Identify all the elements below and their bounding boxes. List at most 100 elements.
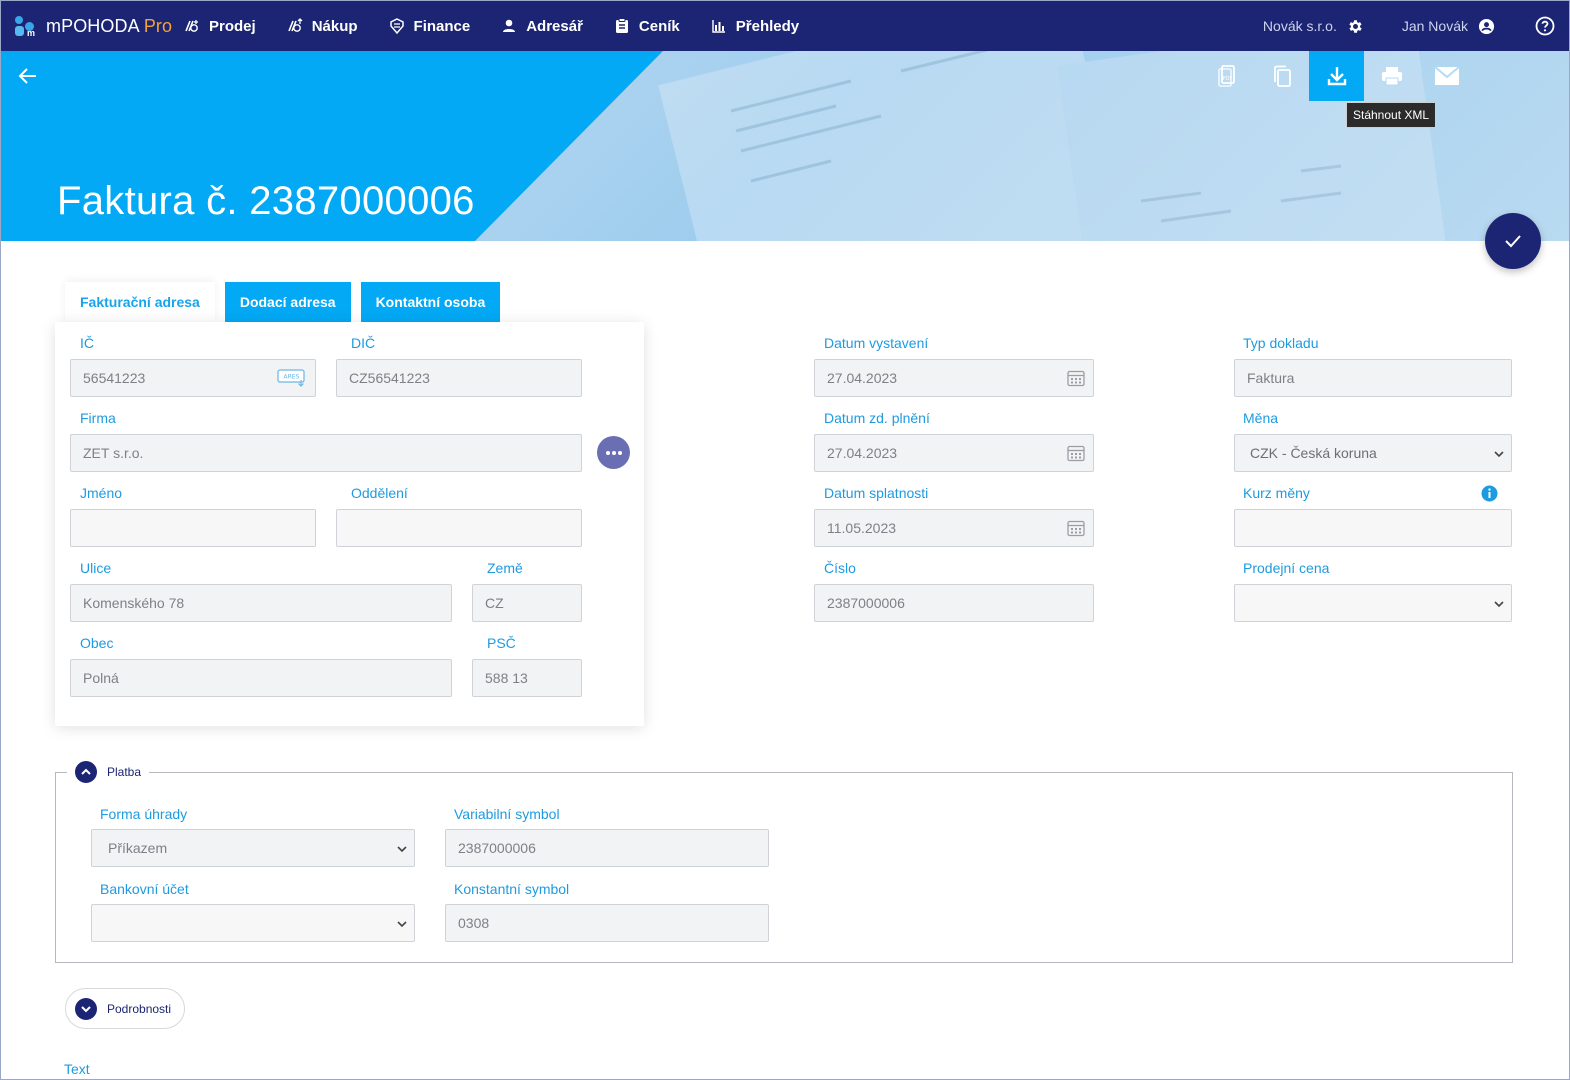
prodejni-cena-label: Prodejní cena bbox=[1243, 560, 1330, 576]
calendar-icon[interactable] bbox=[1067, 369, 1085, 387]
ares-lookup-icon[interactable]: ARES bbox=[277, 368, 307, 388]
bankovni-ucet-select[interactable] bbox=[91, 904, 415, 942]
nav-item-prehledy[interactable]: Přehledy bbox=[710, 1, 799, 51]
gear-icon[interactable] bbox=[1347, 18, 1364, 35]
konstantni-symbol-field[interactable]: 0308 bbox=[445, 904, 769, 942]
info-icon[interactable] bbox=[1481, 485, 1498, 502]
ulice-field[interactable]: Komenského 78 bbox=[70, 584, 452, 622]
check-icon bbox=[1505, 235, 1521, 248]
oddeleni-field[interactable] bbox=[336, 509, 582, 547]
psc-value: 588 13 bbox=[485, 670, 528, 686]
page-header: Faktura č. 2387000006 PDF bbox=[1, 51, 1569, 241]
svg-text:PDF: PDF bbox=[1222, 76, 1232, 82]
kurz-meny-field[interactable] bbox=[1234, 509, 1512, 547]
cislo-value: 2387000006 bbox=[827, 595, 905, 611]
back-button[interactable] bbox=[15, 63, 41, 89]
typ-dokladu-field[interactable]: Faktura bbox=[1234, 359, 1512, 397]
psc-field[interactable]: 588 13 bbox=[472, 659, 582, 697]
ulice-label: Ulice bbox=[80, 560, 112, 576]
ic-value: 56541223 bbox=[83, 370, 146, 386]
variabilni-symbol-field[interactable]: 2387000006 bbox=[445, 829, 769, 867]
ic-field[interactable]: 56541223 ARES bbox=[70, 359, 316, 397]
tab-kontaktni-osoba[interactable]: Kontaktní osoba bbox=[360, 282, 501, 322]
datum-splatnosti-value: 11.05.2023 bbox=[827, 520, 897, 536]
company-name: Novák s.r.o. bbox=[1262, 18, 1337, 34]
email-icon bbox=[1433, 66, 1460, 85]
bankovni-ucet-label: Bankovní účet bbox=[100, 881, 189, 897]
nav-item-cenik[interactable]: Ceník bbox=[613, 1, 680, 51]
download-icon bbox=[1327, 67, 1346, 86]
nav-label: Adresář bbox=[526, 17, 583, 35]
typ-dokladu-value: Faktura bbox=[1247, 370, 1295, 386]
user-name: Jan Novák bbox=[1401, 18, 1468, 34]
podrobnosti-label: Podrobnosti bbox=[107, 1001, 172, 1016]
calendar-icon[interactable] bbox=[1067, 444, 1085, 462]
firma-field[interactable]: ZET s.r.o. bbox=[70, 434, 582, 472]
document-toolbar: PDF bbox=[1199, 51, 1474, 101]
mena-label: Měna bbox=[1243, 410, 1279, 426]
forma-uhrady-select[interactable]: Příkazem bbox=[91, 829, 415, 867]
bar-chart-icon bbox=[712, 20, 725, 33]
more-horizontal-icon bbox=[605, 450, 622, 455]
company-switcher[interactable]: Novák s.r.o. bbox=[1263, 18, 1364, 35]
more-options-button[interactable] bbox=[597, 436, 630, 469]
dic-value: CZ56541223 bbox=[349, 370, 430, 386]
clipboard-icon bbox=[615, 18, 628, 33]
zeme-value: CZ bbox=[485, 595, 504, 611]
calendar-icon[interactable] bbox=[1067, 519, 1085, 537]
datum-splatnosti-field[interactable]: 11.05.2023 bbox=[814, 509, 1094, 547]
save-button[interactable] bbox=[1485, 213, 1541, 269]
platba-toggle[interactable]: Platba bbox=[67, 761, 150, 783]
ic-label: IČ bbox=[80, 335, 94, 351]
tab-dodaci-adresa[interactable]: Dodací adresa bbox=[224, 282, 351, 322]
jmeno-field[interactable] bbox=[70, 509, 316, 547]
mena-value: CZK - Česká koruna bbox=[1250, 445, 1377, 461]
copy-icon bbox=[1273, 65, 1291, 87]
user-menu[interactable]: Jan Novák bbox=[1402, 18, 1495, 35]
page-title: Faktura č. 2387000006 bbox=[57, 179, 475, 223]
chevron-down-icon bbox=[1494, 601, 1504, 608]
copy-button[interactable] bbox=[1254, 51, 1309, 101]
prodejni-cena-select[interactable] bbox=[1234, 584, 1512, 622]
app-logo[interactable]: m mPOHODA Pro bbox=[13, 14, 183, 38]
dic-field[interactable]: CZ56541223 bbox=[336, 359, 582, 397]
chevron-down-icon bbox=[397, 921, 407, 928]
obec-field[interactable]: Polná bbox=[70, 659, 452, 697]
platba-legend: Platba bbox=[107, 765, 142, 779]
psc-label: PSČ bbox=[487, 635, 516, 651]
variabilni-symbol-label: Variabilní symbol bbox=[454, 806, 560, 822]
nav-item-finance[interactable]: Finance bbox=[388, 1, 470, 51]
text-label: Text bbox=[64, 1061, 90, 1077]
zeme-field[interactable]: CZ bbox=[472, 584, 582, 622]
firma-value: ZET s.r.o. bbox=[83, 445, 144, 461]
print-button[interactable] bbox=[1364, 51, 1419, 101]
chevron-down-icon bbox=[75, 997, 97, 1020]
tab-fakturacni-adresa[interactable]: Fakturační adresa bbox=[65, 282, 215, 322]
finance-icon bbox=[389, 18, 404, 35]
firma-label: Firma bbox=[80, 410, 116, 426]
nav-item-adresar[interactable]: Adresář bbox=[500, 1, 583, 51]
jmeno-label: Jméno bbox=[80, 485, 123, 501]
nav-item-nakup[interactable]: Nákup bbox=[286, 1, 358, 51]
account-icon bbox=[1478, 18, 1495, 34]
ulice-value: Komenského 78 bbox=[83, 595, 185, 611]
forma-uhrady-value: Příkazem bbox=[108, 840, 168, 856]
email-button[interactable] bbox=[1419, 51, 1474, 101]
nav-item-prodej[interactable]: Prodej bbox=[183, 1, 256, 51]
svg-text:ARES: ARES bbox=[284, 374, 300, 381]
datum-plneni-field[interactable]: 27.04.2023 bbox=[814, 434, 1094, 472]
variabilni-symbol-value: 2387000006 bbox=[458, 840, 536, 856]
download-xml-button[interactable] bbox=[1309, 51, 1364, 101]
datum-vystaveni-field[interactable]: 27.04.2023 bbox=[814, 359, 1094, 397]
datum-plneni-value: 27.04.2023 bbox=[827, 445, 898, 461]
pdf-button[interactable]: PDF bbox=[1199, 51, 1254, 101]
mena-select[interactable]: CZK - Česká koruna bbox=[1234, 434, 1512, 472]
sales-icon bbox=[185, 20, 198, 32]
oddeleni-label: Oddělení bbox=[351, 485, 408, 501]
typ-dokladu-label: Typ dokladu bbox=[1243, 335, 1319, 351]
kurz-meny-label: Kurz měny bbox=[1243, 485, 1310, 501]
help-button[interactable] bbox=[1535, 16, 1555, 36]
podrobnosti-toggle[interactable]: Podrobnosti bbox=[65, 988, 186, 1029]
help-icon bbox=[1535, 16, 1555, 36]
cislo-field[interactable]: 2387000006 bbox=[814, 584, 1094, 622]
